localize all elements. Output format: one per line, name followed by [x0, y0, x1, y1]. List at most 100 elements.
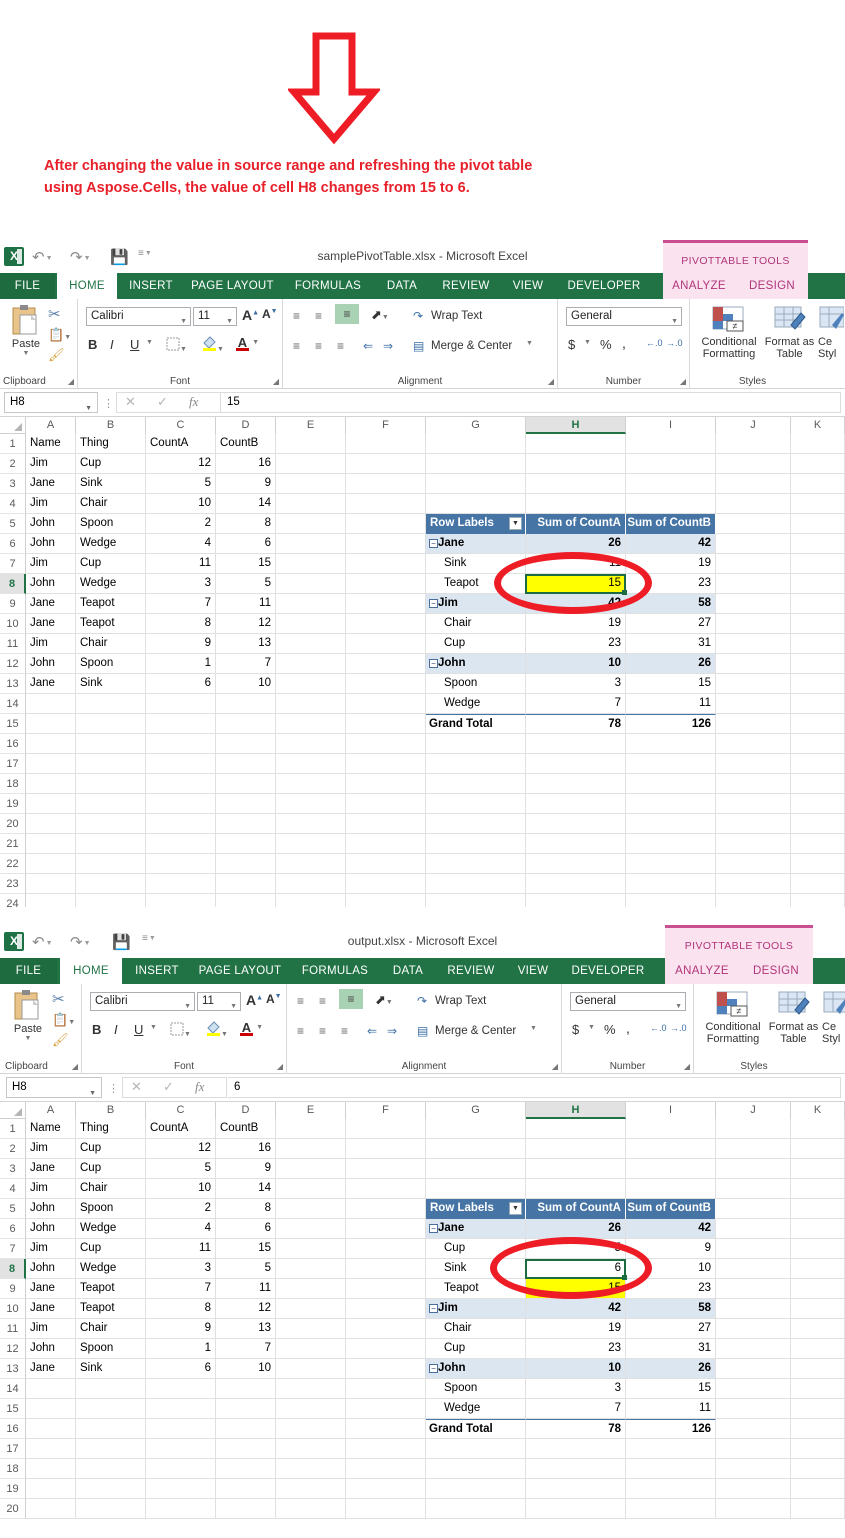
- font-name-input-1[interactable]: Calibri ▼: [86, 307, 191, 326]
- cell-J4[interactable]: [716, 1179, 791, 1199]
- percent-button-1[interactable]: %: [600, 337, 612, 352]
- cell-D20[interactable]: [216, 814, 276, 834]
- percent-button-2[interactable]: %: [604, 1022, 616, 1037]
- align-center-icon-2[interactable]: ≡: [319, 1024, 326, 1038]
- wrap-text-icon-1[interactable]: ↷: [413, 309, 423, 323]
- cell-F7[interactable]: [346, 554, 426, 574]
- cell-J14[interactable]: [716, 694, 791, 714]
- cell-B17[interactable]: [76, 1439, 146, 1459]
- number-format-select-2[interactable]: General ▼: [570, 992, 686, 1011]
- tab-page-layout-1[interactable]: PAGE LAYOUT: [185, 273, 280, 299]
- source-cell[interactable]: 9: [146, 634, 216, 654]
- cell-J6[interactable]: [716, 1219, 791, 1239]
- pivot-value-countb[interactable]: 27: [626, 1319, 716, 1339]
- align-middle-icon-1[interactable]: ≡: [315, 309, 322, 323]
- cell-G3[interactable]: [426, 1159, 526, 1179]
- cell-J16[interactable]: [716, 1419, 791, 1439]
- cell-B15[interactable]: [76, 1399, 146, 1419]
- source-cell[interactable]: 5: [146, 1159, 216, 1179]
- row-header-15[interactable]: 15: [0, 714, 26, 734]
- increase-decimal-icon-2[interactable]: →.0: [670, 1023, 687, 1033]
- cell-A17[interactable]: [26, 754, 76, 774]
- cell-K4[interactable]: [791, 494, 845, 514]
- column-header-d[interactable]: D: [216, 417, 276, 434]
- row-header-7[interactable]: 7: [0, 554, 26, 574]
- cell-E3[interactable]: [276, 474, 346, 494]
- cell-E5[interactable]: [276, 1199, 346, 1219]
- cell-D21[interactable]: [216, 834, 276, 854]
- cell-D17[interactable]: [216, 754, 276, 774]
- cell-F10[interactable]: [346, 614, 426, 634]
- row-header-23[interactable]: 23: [0, 874, 26, 894]
- cell-K5[interactable]: [791, 1199, 845, 1219]
- cell-J5[interactable]: [716, 1199, 791, 1219]
- cell-J14[interactable]: [716, 1379, 791, 1399]
- bold-button-1[interactable]: B: [88, 337, 97, 352]
- row-header-8[interactable]: 8: [0, 574, 26, 594]
- pivot-row-label[interactable]: Grand Total: [426, 1419, 526, 1439]
- source-header-counta[interactable]: CountA: [146, 434, 216, 454]
- cell-J2[interactable]: [716, 1139, 791, 1159]
- column-header-i[interactable]: I: [626, 1102, 716, 1119]
- column-header-e[interactable]: E: [276, 417, 346, 434]
- cancel-icon-2[interactable]: ✕: [131, 1079, 142, 1095]
- cell-B19[interactable]: [76, 1479, 146, 1499]
- source-cell[interactable]: 13: [216, 634, 276, 654]
- formula-input-2[interactable]: 6: [228, 1077, 841, 1098]
- cell-J10[interactable]: [716, 614, 791, 634]
- source-cell[interactable]: Teapot: [76, 1279, 146, 1299]
- cell-E20[interactable]: [276, 1499, 346, 1519]
- fill-color-icon-1[interactable]: ▼: [202, 335, 224, 354]
- cell-E13[interactable]: [276, 1359, 346, 1379]
- cell-H1[interactable]: [526, 1119, 626, 1139]
- cell-E8[interactable]: [276, 574, 346, 594]
- cell-E14[interactable]: [276, 1379, 346, 1399]
- row-header-9[interactable]: 9: [0, 1279, 26, 1299]
- cell-E16[interactable]: [276, 734, 346, 754]
- cell-E23[interactable]: [276, 874, 346, 894]
- cell-B14[interactable]: [76, 694, 146, 714]
- cell-C15[interactable]: [146, 1399, 216, 1419]
- source-cell[interactable]: 4: [146, 534, 216, 554]
- source-cell[interactable]: 8: [146, 614, 216, 634]
- source-cell[interactable]: 10: [216, 674, 276, 694]
- copy-icon-2[interactable]: 📋▼: [52, 1012, 75, 1028]
- tab-home-2[interactable]: HOME: [60, 958, 122, 984]
- decrease-indent-icon-2[interactable]: ⇐: [367, 1024, 377, 1038]
- cell-K2[interactable]: [791, 454, 845, 474]
- cell-F4[interactable]: [346, 494, 426, 514]
- pivot-row-label[interactable]: Spoon: [426, 1379, 526, 1399]
- row-header-22[interactable]: 22: [0, 854, 26, 874]
- borders-icon-1[interactable]: ▼: [166, 337, 187, 354]
- cell-styles-button-1[interactable]: Ce Styl: [818, 305, 845, 360]
- cell-C19[interactable]: [146, 794, 216, 814]
- pivot-value-counta[interactable]: 26: [526, 534, 626, 554]
- row-header-12[interactable]: 12: [0, 1339, 26, 1359]
- cell-A19[interactable]: [26, 794, 76, 814]
- row-header-17[interactable]: 17: [0, 754, 26, 774]
- cell-E18[interactable]: [276, 774, 346, 794]
- source-cell[interactable]: 10: [216, 1359, 276, 1379]
- source-cell[interactable]: 9: [216, 474, 276, 494]
- cell-H19[interactable]: [526, 1479, 626, 1499]
- pivot-row-label[interactable]: Wedge: [426, 694, 526, 714]
- cell-A17[interactable]: [26, 1439, 76, 1459]
- cell-J17[interactable]: [716, 1439, 791, 1459]
- increase-indent-icon-1[interactable]: ⇒: [383, 339, 393, 353]
- pivot-header-2[interactable]: Sum of CountB: [626, 514, 716, 534]
- cell-E9[interactable]: [276, 1279, 346, 1299]
- source-cell[interactable]: 11: [216, 1279, 276, 1299]
- cell-E14[interactable]: [276, 694, 346, 714]
- number-format-select-1[interactable]: General ▼: [566, 307, 682, 326]
- column-header-c[interactable]: C: [146, 1102, 216, 1119]
- cell-C23[interactable]: [146, 874, 216, 894]
- pivot-value-counta[interactable]: 3: [526, 1379, 626, 1399]
- cell-I18[interactable]: [626, 1459, 716, 1479]
- cell-G16[interactable]: [426, 734, 526, 754]
- source-cell[interactable]: 15: [216, 1239, 276, 1259]
- cell-F9[interactable]: [346, 1279, 426, 1299]
- cell-H22[interactable]: [526, 854, 626, 874]
- cell-H20[interactable]: [526, 814, 626, 834]
- column-header-i[interactable]: I: [626, 417, 716, 434]
- cell-H2[interactable]: [526, 454, 626, 474]
